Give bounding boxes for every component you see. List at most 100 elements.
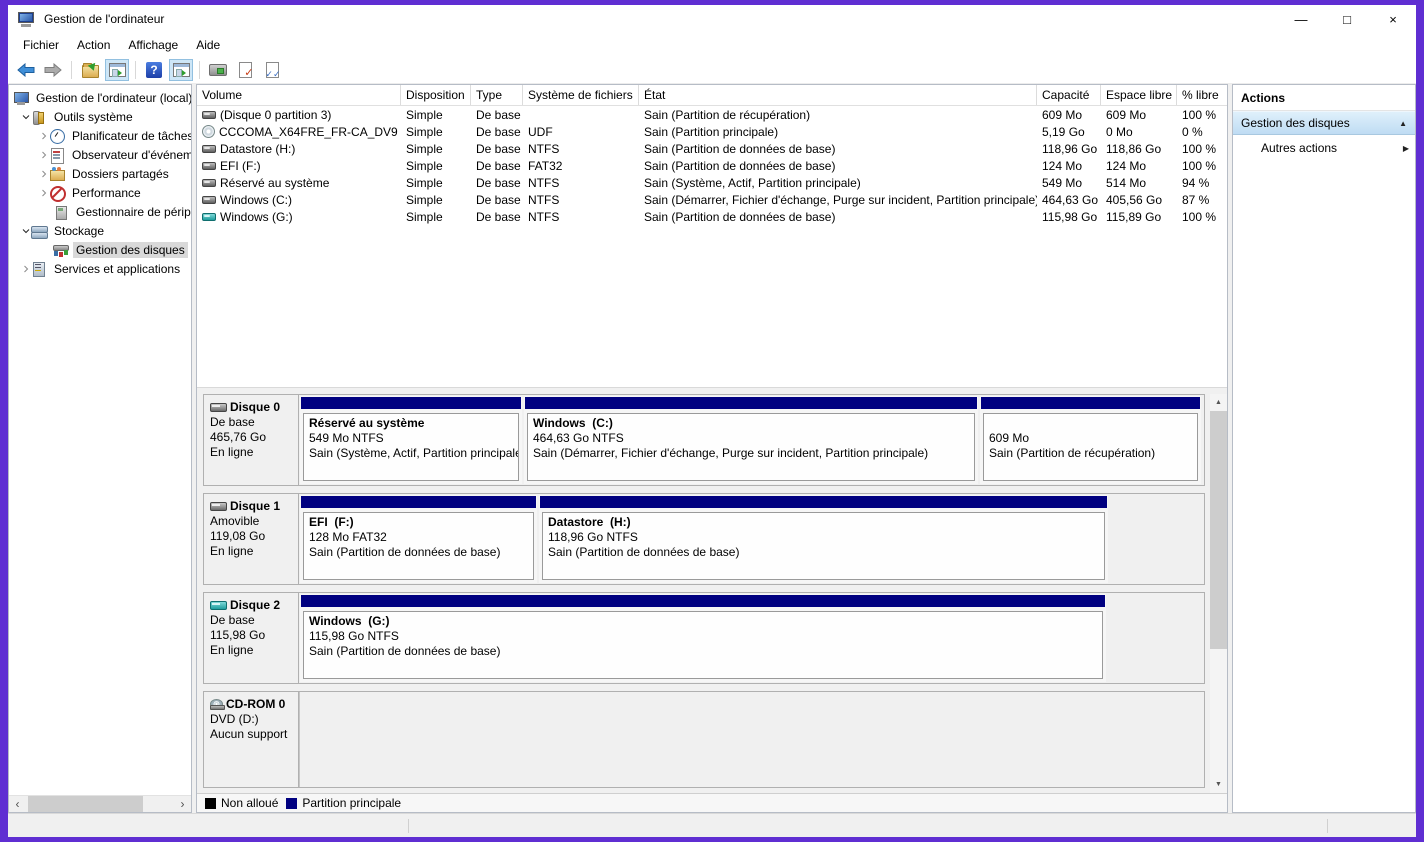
volume-row[interactable]: EFI (F:) Simple De base FAT32 Sain (Part… [197,157,1227,174]
minimize-button[interactable]: — [1278,5,1324,33]
document-check-icon: ✓ [239,62,252,78]
show-action-pane-button[interactable] [169,59,193,81]
tree-item-outils-systeme[interactable]: Outils système [9,107,191,126]
column-header-espace-libre[interactable]: Espace libre [1101,85,1177,105]
menu-aide[interactable]: Aide [187,35,229,55]
volume-row[interactable]: Windows (C:) Simple De base NTFS Sain (D… [197,191,1227,208]
content-area: Gestion de l'ordinateur (local) Outils s… [8,84,1416,813]
column-header-pct-libre[interactable]: % libre [1177,85,1223,105]
volume-capacity: 118,96 Go [1037,142,1101,156]
scrollbar-track[interactable] [26,796,174,813]
volume-status: Sain (Partition de récupération) [639,108,1037,122]
volume-free-pct: 100 % [1177,108,1223,122]
tree-item-planificateur[interactable]: Planificateur de tâches [9,126,191,145]
actions-item-autres-actions[interactable]: Autres actions ▶ [1233,135,1415,161]
menu-action[interactable]: Action [68,35,119,55]
tree-item-performance[interactable]: Performance [9,183,191,202]
volume-row[interactable]: Datastore (H:) Simple De base NTFS Sain … [197,140,1227,157]
chevron-right-icon[interactable] [39,169,49,179]
volume-type: De base [471,125,523,139]
column-header-fs[interactable]: Système de fichiers [523,85,639,105]
up-one-level-button[interactable] [78,59,102,81]
disk-view-vertical-scrollbar[interactable]: ▲ ▼ [1210,394,1227,793]
cdrom-label-box[interactable]: CD-ROM 0 DVD (D:) Aucun support [204,692,299,787]
scrollbar-thumb[interactable] [28,796,143,813]
menu-fichier[interactable]: Fichier [14,35,68,55]
status-bar-section [1328,814,1416,837]
title-bar[interactable]: Gestion de l'ordinateur — □ × [8,5,1416,33]
toolbar-separator [71,61,72,79]
graphical-disk-view: Disque 0 De base 465,76 Go En ligne Rése… [197,388,1227,793]
actions-group-gestion-des-disques[interactable]: Gestion des disques ▲ [1233,111,1415,135]
check-disk-button[interactable]: ✓ [233,59,257,81]
tree-item-stockage[interactable]: Stockage [9,221,191,240]
partition-title [989,416,1192,431]
menu-affichage[interactable]: Affichage [119,35,187,55]
volume-row[interactable]: Windows (G:) Simple De base NTFS Sain (P… [197,208,1227,225]
tree-item-dossiers-partages[interactable]: Dossiers partagés [9,164,191,183]
toolbar-separator [199,61,200,79]
collapse-icon[interactable]: ▲ [1399,119,1407,128]
volume-disposition: Simple [401,125,471,139]
maximize-button[interactable]: □ [1324,5,1370,33]
show-console-tree-button[interactable] [105,59,129,81]
partition-title: Réservé au système [309,416,513,431]
disk-status: Aucun support [210,727,294,742]
disk-label-box[interactable]: Disque 0 De base 465,76 Go En ligne [204,395,299,485]
tree-item-services-applications[interactable]: Services et applications [9,259,191,278]
scrollbar-track[interactable] [1210,411,1227,776]
primary-partition-color-swatch [286,798,297,809]
disk-icon [210,502,227,511]
volume-free-pct: 94 % [1177,176,1223,190]
disk-tool-button[interactable] [206,59,230,81]
partition-block[interactable]: Datastore (H:) 118,96 Go NTFS Sain (Part… [539,495,1108,583]
scroll-up-arrow-icon[interactable]: ▲ [1210,394,1227,411]
disk-label-box[interactable]: Disque 1 Amovible 119,08 Go En ligne [204,494,299,584]
scroll-down-arrow-icon[interactable]: ▼ [1210,776,1227,793]
partition-color-bar [301,595,1105,607]
volume-row[interactable]: (Disque 0 partition 3) Simple De base Sa… [197,106,1227,123]
partition-block[interactable]: EFI (F:) 128 Mo FAT32 Sain (Partition de… [300,495,537,583]
column-header-capacite[interactable]: Capacité [1037,85,1101,105]
volume-capacity: 464,63 Go [1037,193,1101,207]
volume-row[interactable]: CCCOMA_X64FRE_FR-CA_DV9 (E:) Simple De b… [197,123,1227,140]
volume-disposition: Simple [401,159,471,173]
tree-item-gestionnaire-peripheriques[interactable]: Gestionnaire de périphé [9,202,191,221]
column-header-etat[interactable]: État [639,85,1037,105]
partition-block[interactable]: Windows (C:) 464,63 Go NTFS Sain (Démarr… [524,396,978,484]
column-header-type[interactable]: Type [471,85,523,105]
submenu-arrow-icon[interactable]: ▶ [1403,144,1409,153]
help-button[interactable]: ? [142,59,166,81]
scrollbar-thumb[interactable] [1210,411,1227,649]
disk-label-box[interactable]: Disque 2 De base 115,98 Go En ligne [204,593,299,683]
tree-horizontal-scrollbar[interactable]: ‹ › [9,795,191,812]
tree-item-gestion-des-disques[interactable]: Gestion des disques [9,240,191,259]
chevron-down-icon[interactable] [21,226,31,236]
tree-root[interactable]: Gestion de l'ordinateur (local) [9,88,191,107]
customize-view-button[interactable]: ✓✓ [260,59,284,81]
disk-name: Disque 1 [230,499,280,514]
menu-bar: Fichier Action Affichage Aide [8,33,1416,57]
volume-free-space: 405,56 Go [1101,193,1177,207]
tree: Gestion de l'ordinateur (local) Outils s… [9,85,191,795]
partition-block[interactable]: Windows (G:) 115,98 Go NTFS Sain (Partit… [300,594,1106,682]
partition-block[interactable]: 609 Mo Sain (Partition de récupération) [980,396,1201,484]
forward-button[interactable] [41,59,65,81]
close-button[interactable]: × [1370,5,1416,33]
scroll-right-arrow-icon[interactable]: › [174,796,191,813]
back-button[interactable] [14,59,38,81]
column-header-disposition[interactable]: Disposition [401,85,471,105]
volume-row[interactable]: Réservé au système Simple De base NTFS S… [197,174,1227,191]
column-header-volume[interactable]: Volume [197,85,401,105]
chevron-right-icon[interactable] [39,131,49,141]
chevron-right-icon[interactable] [21,264,31,274]
chevron-right-icon[interactable] [39,150,49,160]
volume-name: Windows (C:) [220,193,292,207]
partition-block[interactable]: Réservé au système 549 Mo NTFS Sain (Sys… [300,396,522,484]
computer-icon [13,91,29,105]
tree-item-observateur[interactable]: Observateur d'événeme [9,145,191,164]
chevron-down-icon[interactable] [21,112,31,122]
chevron-right-icon[interactable] [39,188,49,198]
scroll-left-arrow-icon[interactable]: ‹ [9,796,26,813]
disk-type: Amovible [210,514,294,529]
